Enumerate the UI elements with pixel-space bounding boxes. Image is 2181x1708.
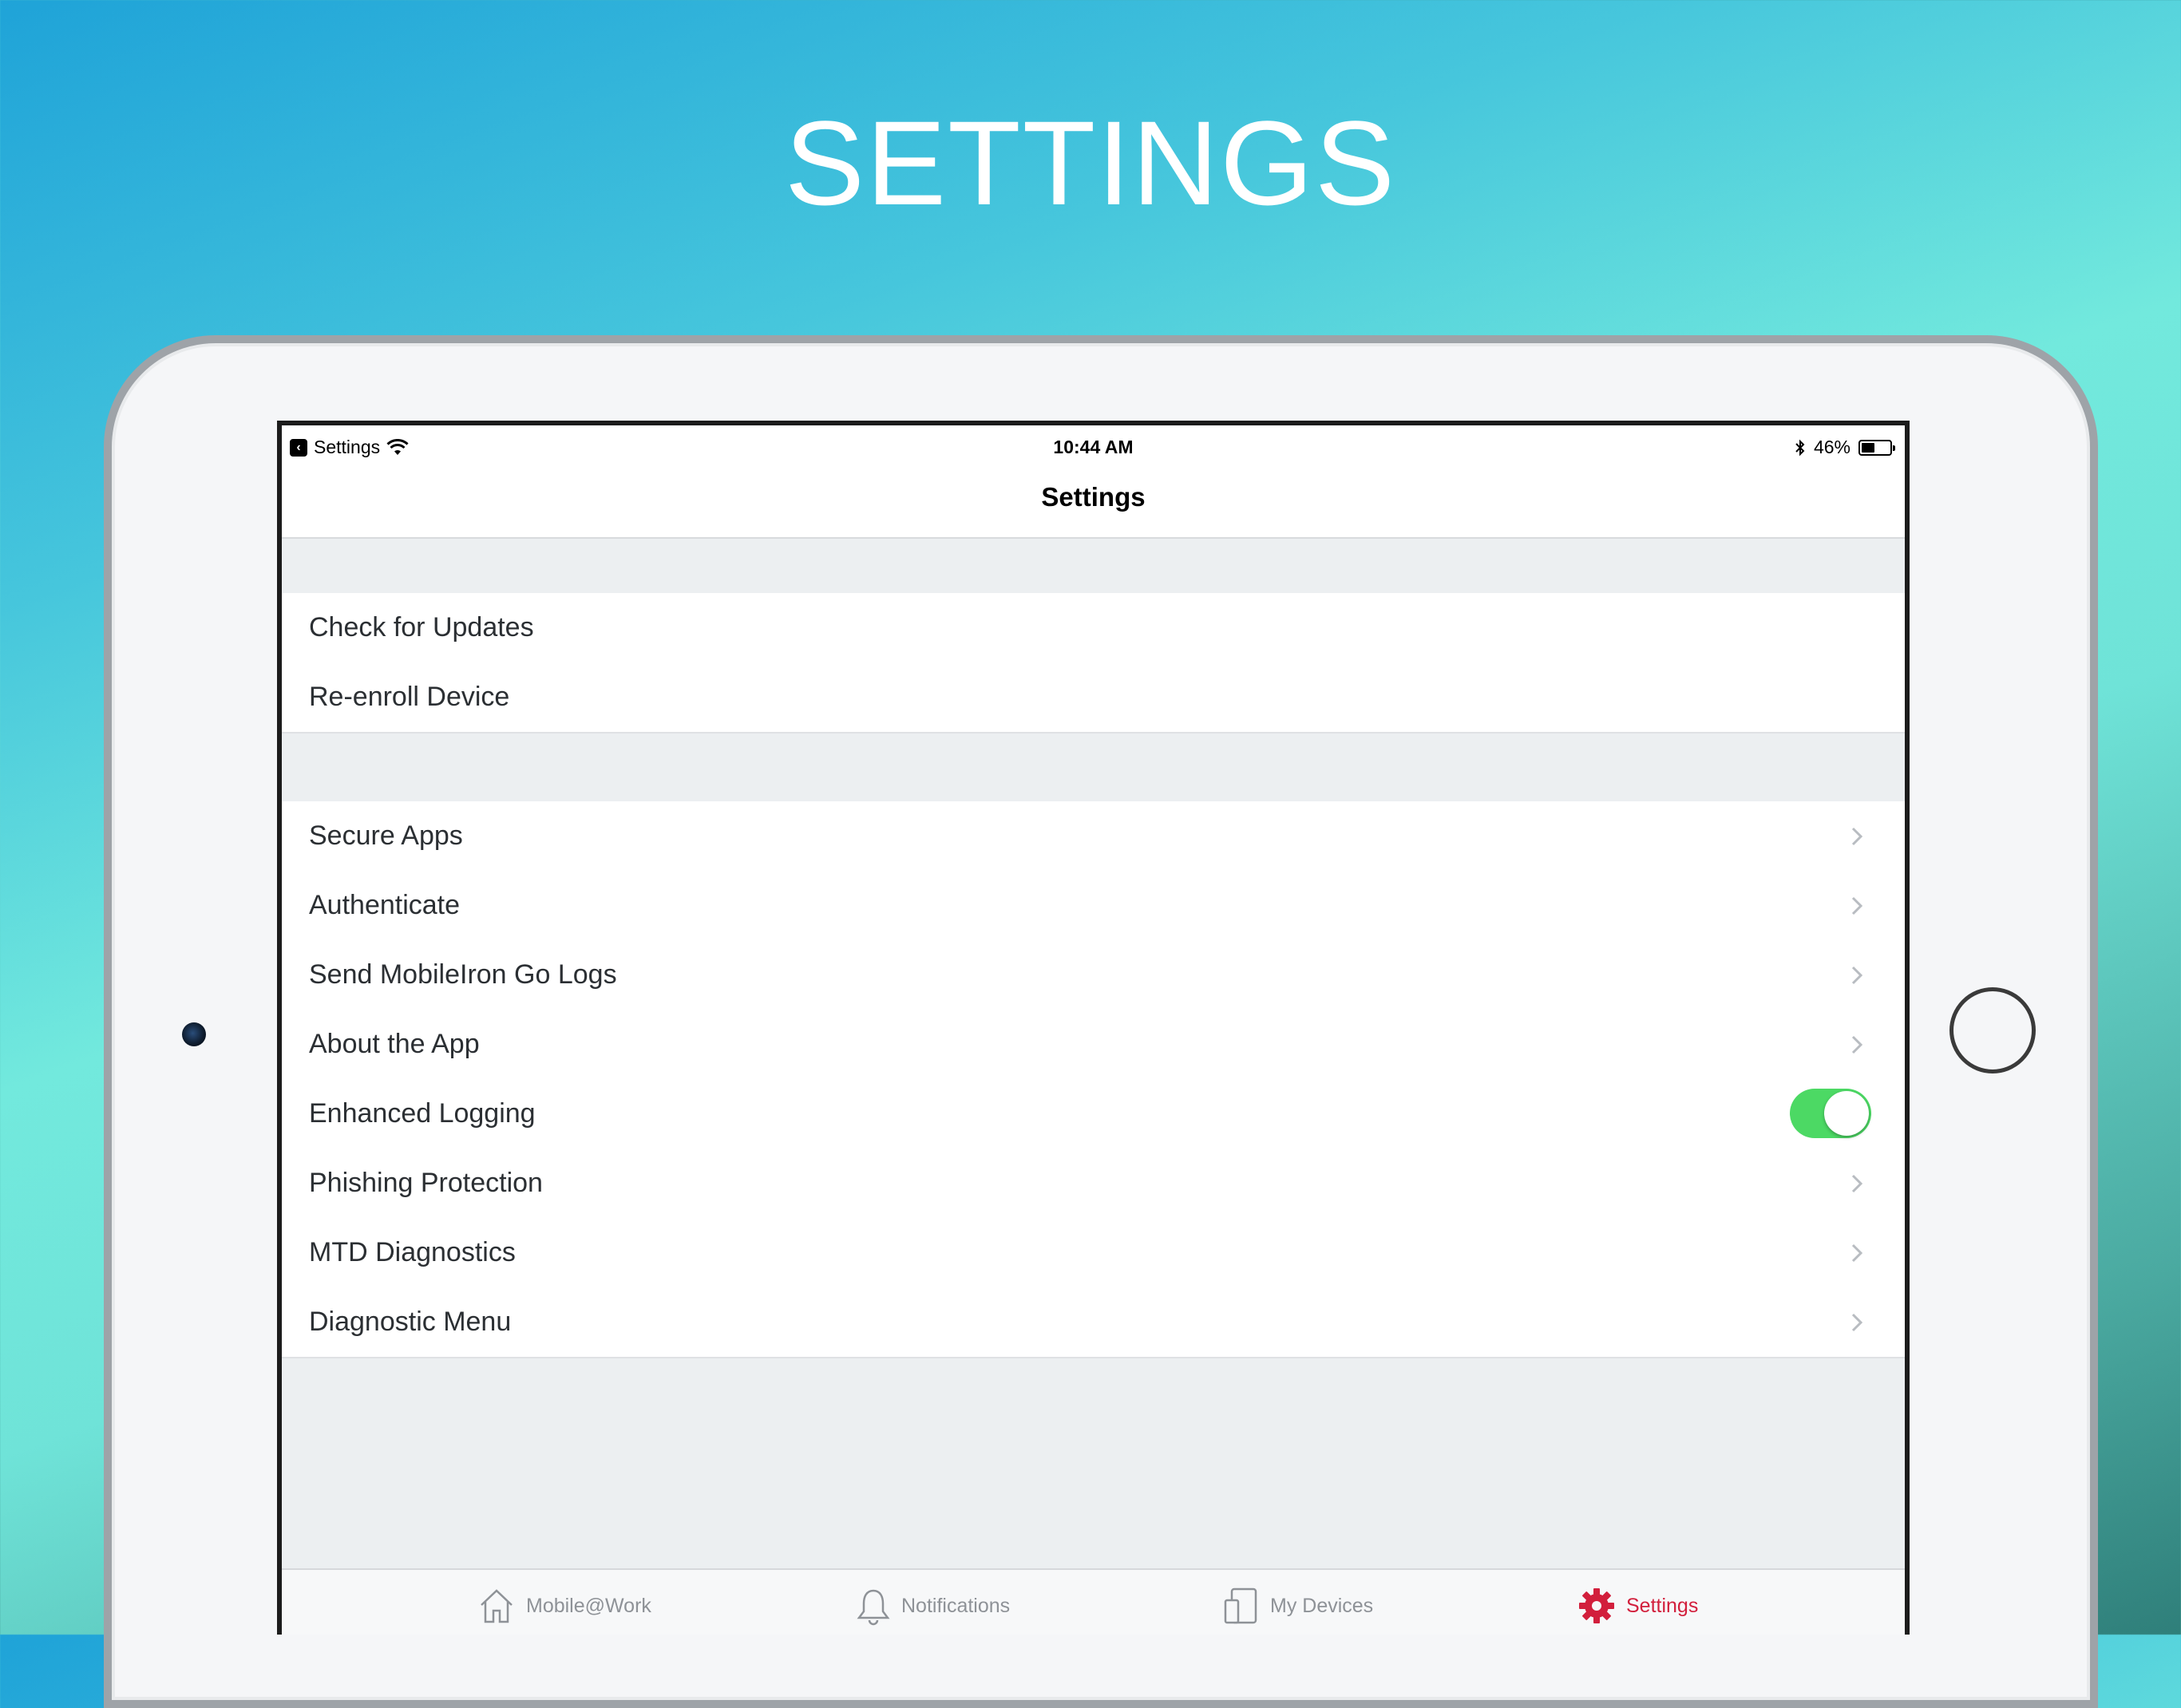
row-label: Enhanced Logging	[309, 1098, 536, 1129]
navigation-bar: Settings	[282, 467, 1905, 539]
front-camera	[182, 1022, 206, 1046]
chevron-right-icon	[1851, 827, 1863, 846]
row-label: About the App	[309, 1029, 480, 1059]
status-right: 46%	[1795, 437, 1895, 458]
row-secure-apps[interactable]: Secure Apps	[282, 801, 1905, 872]
chevron-right-icon	[1851, 896, 1863, 915]
tab-my-devices[interactable]: My Devices	[1222, 1570, 1373, 1635]
gear-icon	[1579, 1588, 1614, 1623]
chevron-right-icon	[1851, 1174, 1863, 1193]
promo-headline: SETTINGS	[784, 96, 1397, 230]
row-about-the-app[interactable]: About the App	[282, 1010, 1905, 1081]
chevron-right-icon	[1851, 966, 1863, 985]
row-label: Authenticate	[309, 890, 461, 920]
settings-screen: ‹ Settings 10:44 AM 46% Settings Check f…	[282, 425, 1905, 1635]
home-icon	[481, 1589, 513, 1623]
chevron-right-icon	[1851, 1243, 1863, 1263]
row-mtd-diagnostics[interactable]: MTD Diagnostics	[282, 1218, 1905, 1289]
battery-level	[1862, 442, 1874, 453]
bluetooth-icon	[1795, 439, 1805, 456]
tab-bar: Mobile@Work Notifications My Devices Set…	[282, 1568, 1905, 1635]
tab-label: Mobile@Work	[526, 1594, 651, 1617]
home-button[interactable]	[1949, 987, 2036, 1073]
section-spacer	[282, 539, 1905, 593]
row-label: Check for Updates	[309, 612, 534, 642]
row-label: Diagnostic Menu	[309, 1307, 512, 1337]
tab-notifications[interactable]: Notifications	[855, 1570, 1010, 1635]
row-label: Phishing Protection	[309, 1168, 543, 1198]
row-authenticate[interactable]: Authenticate	[282, 871, 1905, 942]
row-label: Re-enroll Device	[309, 682, 510, 712]
row-diagnostic-menu[interactable]: Diagnostic Menu	[282, 1287, 1905, 1358]
status-time: 10:44 AM	[1053, 437, 1134, 457]
tab-label: Notifications	[901, 1594, 1011, 1617]
row-label: Send MobileIron Go Logs	[309, 959, 617, 990]
row-enhanced-logging: Enhanced Logging	[282, 1079, 1905, 1150]
tab-mobile-at-work[interactable]: Mobile@Work	[477, 1570, 651, 1635]
row-check-for-updates[interactable]: Check for Updates	[282, 593, 1905, 664]
tab-label: Settings	[1626, 1594, 1699, 1617]
tab-label: My Devices	[1270, 1594, 1374, 1617]
battery-icon	[1858, 439, 1895, 456]
row-phishing-protection[interactable]: Phishing Protection	[282, 1149, 1905, 1220]
section-spacer	[282, 733, 1905, 801]
row-label: Secure Apps	[309, 820, 463, 851]
chevron-right-icon	[1851, 1035, 1863, 1054]
tab-settings[interactable]: Settings	[1577, 1570, 1698, 1635]
toggle-knob	[1824, 1091, 1869, 1136]
battery-percent: 46%	[1813, 437, 1850, 457]
status-bar: ‹ Settings 10:44 AM 46%	[282, 425, 1905, 467]
page-title: Settings	[1041, 482, 1146, 512]
bell-icon	[857, 1589, 890, 1626]
devices-icon	[1224, 1587, 1257, 1624]
enhanced-logging-toggle[interactable]	[1790, 1089, 1871, 1138]
row-label: MTD Diagnostics	[309, 1237, 516, 1267]
row-re-enroll-device[interactable]: Re-enroll Device	[282, 662, 1905, 733]
device-screen: ‹ Settings 10:44 AM 46% Settings Check f…	[277, 421, 1910, 1635]
chevron-right-icon	[1851, 1313, 1863, 1332]
row-send-logs[interactable]: Send MobileIron Go Logs	[282, 940, 1905, 1011]
